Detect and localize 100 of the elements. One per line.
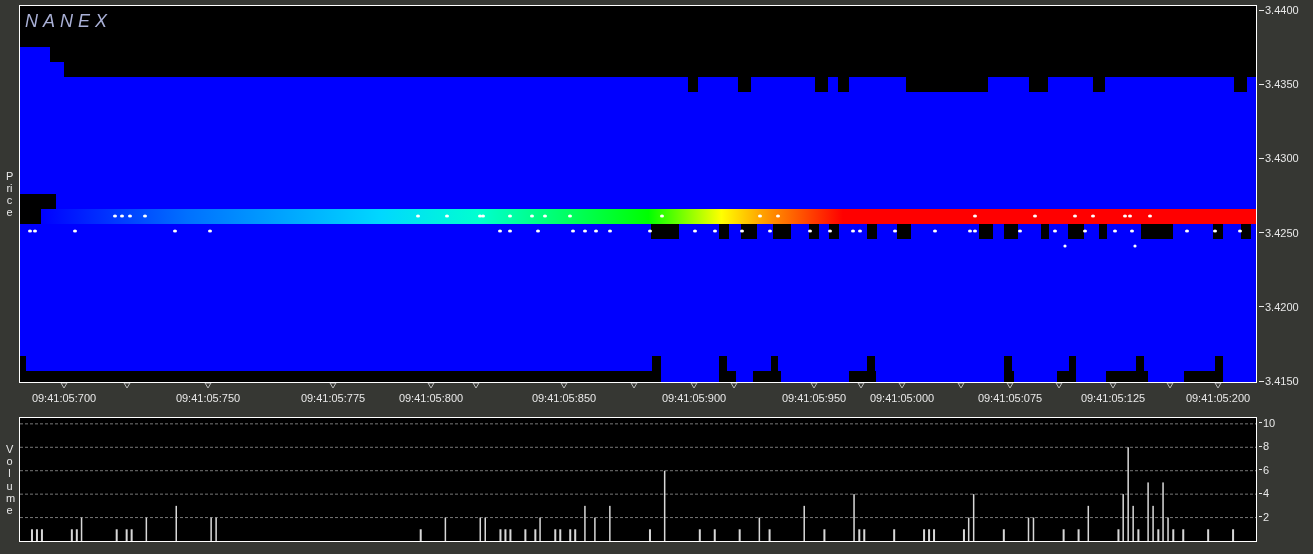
empty-price-cell	[719, 224, 729, 239]
empty-price-cell	[1004, 224, 1018, 239]
price-tick-label: 3.4400	[1265, 4, 1299, 16]
empty-price-cell	[815, 77, 828, 92]
volume-bar	[130, 529, 133, 541]
volume-bar	[858, 529, 861, 541]
volume-bar	[115, 529, 118, 541]
volume-bar	[698, 529, 701, 541]
time-tick-label: 09:41:05:750	[175, 392, 241, 404]
volume-bar	[967, 517, 970, 541]
volume-bar	[648, 529, 651, 541]
time-tick-label: 09:41:05:000	[869, 392, 935, 404]
empty-price-cell	[809, 224, 819, 239]
volume-tick-label: 6	[1263, 463, 1270, 476]
time-tick-label: 09:41:05:075	[977, 392, 1043, 404]
volume-bar	[663, 470, 666, 541]
time-tick-label: 09:41:05:700	[31, 392, 97, 404]
volume-bar	[962, 529, 965, 541]
volume-bar	[40, 529, 43, 541]
empty-price-cell	[1068, 224, 1084, 239]
volume-bar	[559, 529, 562, 541]
time-tick-label: 09:41:05:900	[661, 392, 727, 404]
volume-bar	[1232, 529, 1235, 541]
time-tick-label: 09:41:05:200	[1185, 392, 1251, 404]
volume-bar	[928, 529, 931, 541]
volume-bar	[738, 529, 741, 541]
volume-bar	[1117, 529, 1120, 541]
empty-price-cell	[1234, 77, 1247, 92]
empty-price-cell	[838, 77, 849, 92]
time-tick-label: 09:41:05:850	[531, 392, 597, 404]
volume-bar	[933, 529, 936, 541]
price-tick-label: 3.4150	[1265, 375, 1299, 387]
empty-price-cell	[1213, 224, 1223, 239]
empty-price-cell	[1029, 77, 1048, 92]
price-tick-label: 3.4350	[1265, 78, 1299, 91]
volume-bar	[893, 529, 896, 541]
volume-bar	[145, 517, 148, 541]
volume-bar	[125, 529, 128, 541]
volume-bar	[35, 529, 38, 541]
price-tick-label: 3.4250	[1265, 226, 1299, 239]
volume-bar	[1207, 529, 1210, 541]
volume-tick-label: 10	[1263, 416, 1276, 429]
time-tick-label: 09:41:05:125	[1080, 392, 1146, 404]
volume-axis-title: Volume	[6, 443, 13, 516]
empty-price-cell	[688, 77, 698, 92]
empty-price-cell	[867, 224, 877, 239]
time-tick-label: 09:41:05:775	[300, 392, 366, 404]
empty-price-cell	[897, 224, 911, 239]
volume-bar	[569, 529, 572, 541]
volume-bar	[499, 529, 502, 541]
price-tick-label: 3.4200	[1265, 300, 1299, 313]
empty-price-cell	[1093, 77, 1105, 92]
empty-price-cell	[652, 356, 661, 371]
volume-bar	[504, 529, 507, 541]
volume-tick-label: 4	[1263, 487, 1270, 500]
empty-price-cell	[1241, 224, 1251, 239]
empty-price-cell	[773, 224, 791, 239]
empty-price-cell	[651, 224, 679, 239]
volume-bar	[863, 529, 866, 541]
logo: NANEX	[25, 11, 112, 32]
volume-bar	[419, 529, 422, 541]
empty-price-cell	[738, 77, 751, 92]
volume-bar	[1002, 529, 1005, 541]
volume-bar	[30, 529, 33, 541]
volume-bar	[972, 494, 975, 541]
volume-bar	[574, 529, 577, 541]
volume-bar	[823, 529, 826, 541]
volume-bar	[524, 529, 527, 541]
volume-bar	[1172, 529, 1175, 541]
volume-bar	[768, 529, 771, 541]
volume-bar	[713, 529, 716, 541]
empty-price-cell	[1041, 224, 1049, 239]
volume-bar	[923, 529, 926, 541]
volume-bar	[1157, 529, 1160, 541]
volume-tick-label: 8	[1263, 440, 1270, 453]
volume-bar	[758, 517, 761, 541]
empty-price-cell	[1099, 224, 1107, 239]
volume-bar	[1062, 529, 1065, 541]
empty-price-cell	[741, 224, 757, 239]
volume-bar	[1137, 529, 1140, 541]
volume-bar	[1182, 529, 1185, 541]
volume-bar	[509, 529, 512, 541]
time-tick-label: 09:41:05:950	[781, 392, 847, 404]
volume-bar	[1032, 517, 1035, 541]
price-tick-label: 3.4300	[1265, 152, 1299, 165]
volume-bar	[75, 529, 78, 541]
empty-price-cell	[979, 224, 993, 239]
volume-bar	[1027, 517, 1030, 541]
volume-tick-label: 2	[1263, 510, 1270, 523]
time-tick-label: 09:41:05:800	[398, 392, 464, 404]
empty-price-cell	[1141, 224, 1173, 239]
volume-bar	[1087, 505, 1090, 541]
volume-bar	[70, 529, 73, 541]
empty-price-cell	[829, 224, 839, 239]
price-axis-title: Price	[6, 169, 13, 219]
volume-bar	[554, 529, 557, 541]
volume-bar	[534, 529, 537, 541]
volume-bar	[80, 517, 83, 541]
volume-bar	[444, 517, 447, 541]
volume-bar	[1077, 529, 1080, 541]
